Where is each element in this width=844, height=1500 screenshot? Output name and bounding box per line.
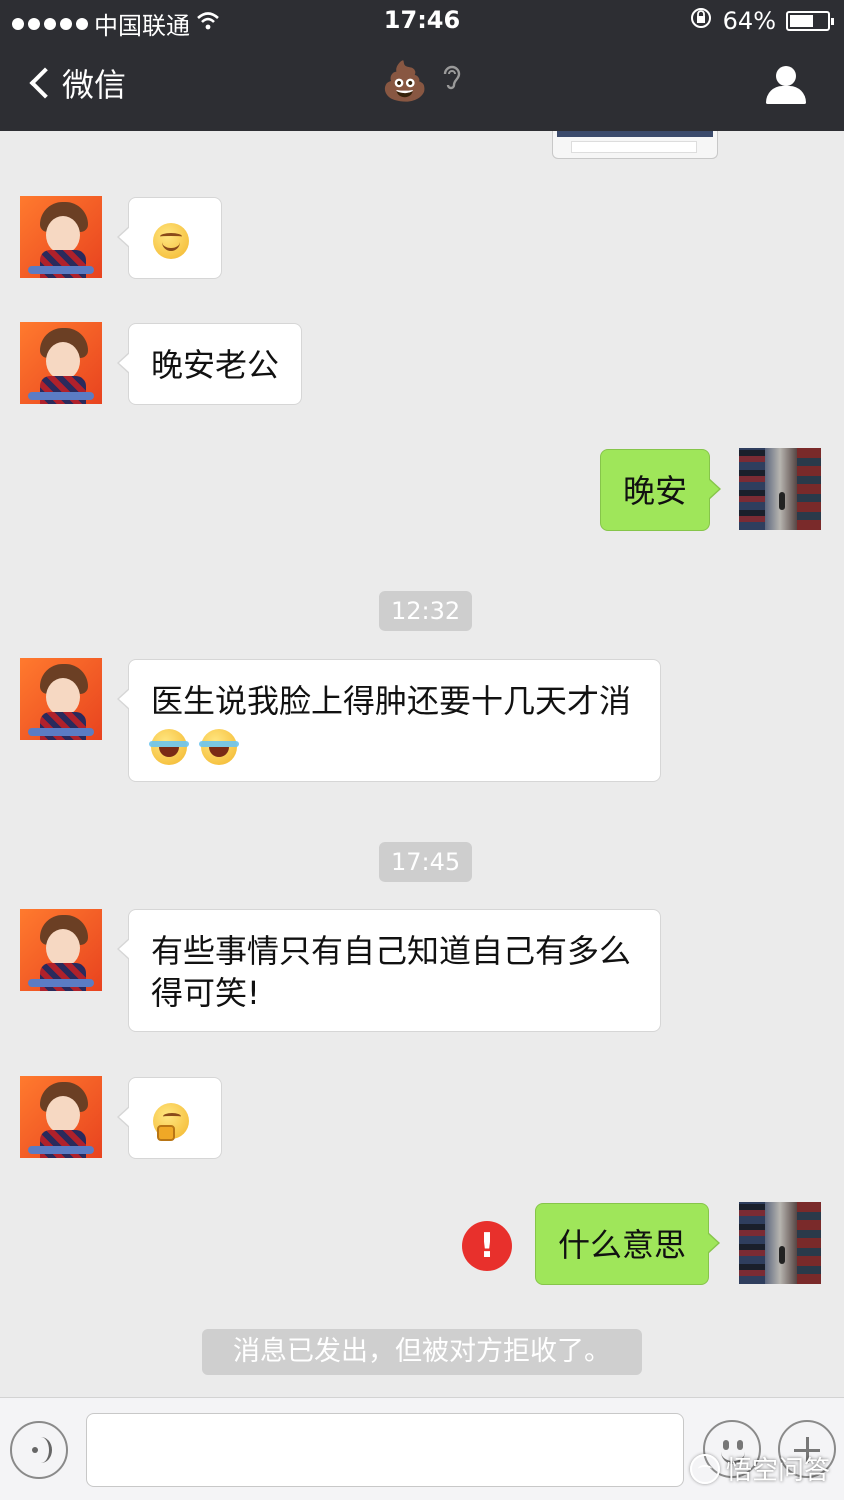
voice-input-button[interactable] xyxy=(10,1421,68,1479)
contact-avatar[interactable] xyxy=(20,322,102,404)
contact-avatar[interactable] xyxy=(20,196,102,278)
top-bar: 中国联通 17:46 64% 微信 💩 xyxy=(0,0,844,131)
battery-icon xyxy=(786,11,834,31)
message-text: 医生说我脸上得肿还要十几天才消 xyxy=(151,682,632,720)
previous-message-image[interactable] xyxy=(552,131,718,159)
message-bubble-received[interactable] xyxy=(117,197,222,279)
nav-bar: 微信 💩 xyxy=(0,50,844,120)
person-icon xyxy=(776,66,796,86)
contact-avatar[interactable] xyxy=(20,658,102,740)
message-bubble-sent[interactable]: 晚安 xyxy=(600,449,722,531)
status-bar: 中国联通 17:46 64% xyxy=(0,0,844,44)
message-bubble-received[interactable] xyxy=(117,1077,222,1159)
system-notice: 消息已发出，但被对方拒收了。 xyxy=(202,1329,642,1375)
message-bubble-sent[interactable]: 什么意思 xyxy=(535,1203,721,1285)
rotation-lock-icon xyxy=(689,6,713,36)
message-text: 什么意思 xyxy=(558,1226,687,1264)
message-text: 晚安老公 xyxy=(151,346,280,384)
message-bubble-received[interactable]: 有些事情只有自己知道自己有多么得可笑! xyxy=(117,909,661,1032)
send-failed-icon[interactable]: ! xyxy=(462,1221,512,1271)
watermark-text: 悟空问答 xyxy=(725,1456,830,1486)
crying-laughing-emoji-icon xyxy=(199,729,240,765)
thinking-emoji-icon xyxy=(153,1103,189,1141)
my-avatar[interactable] xyxy=(739,448,821,530)
message-emojis xyxy=(149,724,638,766)
contact-name-emoji: 💩 xyxy=(381,59,429,103)
message-input[interactable] xyxy=(86,1413,684,1487)
contact-avatar[interactable] xyxy=(20,1076,102,1158)
my-avatar[interactable] xyxy=(739,1202,821,1284)
message-text: 有些事情只有自己知道自己有多么得可笑! xyxy=(151,932,632,1012)
smile-emoji-icon xyxy=(153,223,189,259)
battery-percent: 64% xyxy=(722,7,776,35)
chat-info-button[interactable] xyxy=(766,66,806,106)
emoji-face-icon xyxy=(723,1440,729,1450)
ear-icon xyxy=(441,62,463,100)
contact-avatar[interactable] xyxy=(20,909,102,991)
timestamp: 12:32 xyxy=(379,591,473,631)
message-text: 晚安 xyxy=(623,472,688,510)
watermark: 悟空问答 xyxy=(689,1450,830,1487)
chat-area[interactable]: 晚安老公 晚安 12:32 医生说我脸上得肿还要十几天才消 17:45 有些事情… xyxy=(0,131,844,1397)
message-bubble-received[interactable]: 医生说我脸上得肿还要十几天才消 xyxy=(117,659,661,782)
timestamp: 17:45 xyxy=(379,842,473,882)
crying-laughing-emoji-icon xyxy=(149,729,189,765)
message-bubble-received[interactable]: 晚安老公 xyxy=(116,323,303,405)
wukong-logo-icon xyxy=(689,1453,720,1484)
chat-title: 💩 xyxy=(0,62,844,100)
status-right: 64% xyxy=(689,6,834,36)
